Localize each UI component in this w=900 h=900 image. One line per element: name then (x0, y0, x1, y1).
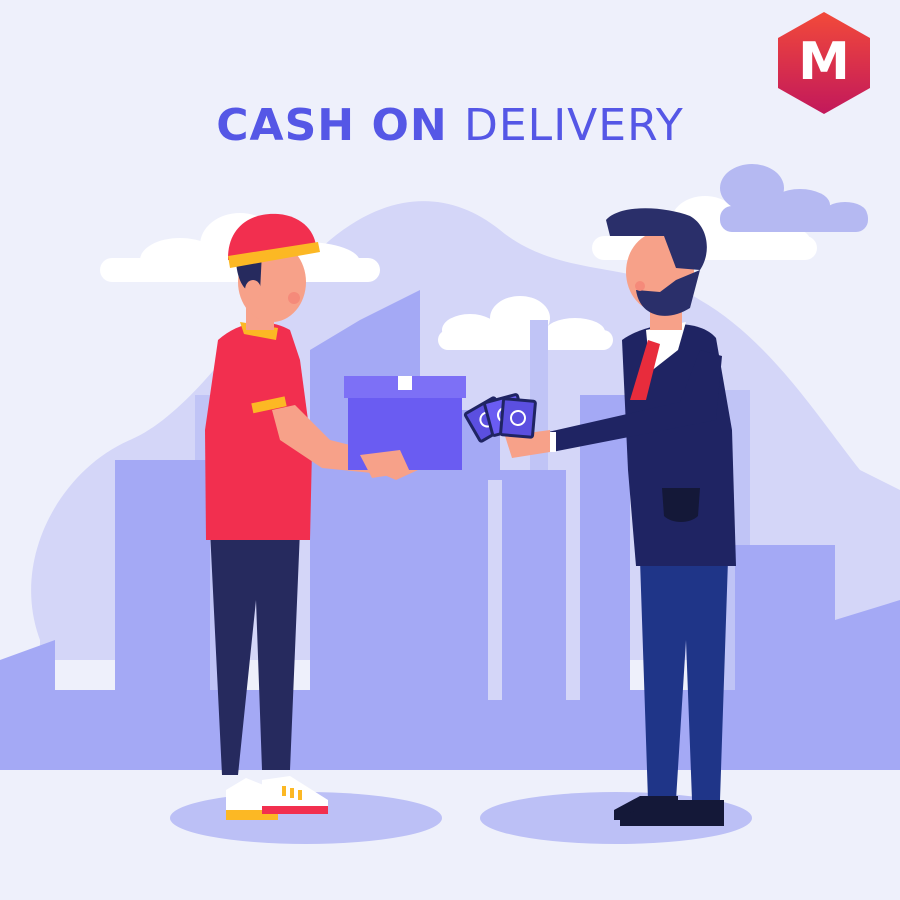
ground (0, 770, 900, 900)
package-box (344, 376, 466, 478)
cloud-far-right (720, 164, 868, 232)
brand-logo: M (776, 10, 872, 116)
title-part-light: DELIVERY (464, 100, 684, 151)
page-title: CASH ON DELIVERY (0, 100, 900, 151)
title-part-bold: CASH ON (216, 100, 448, 151)
logo-letter: M (798, 32, 850, 92)
illustration: CASH ON DELIVERY M (0, 0, 900, 900)
